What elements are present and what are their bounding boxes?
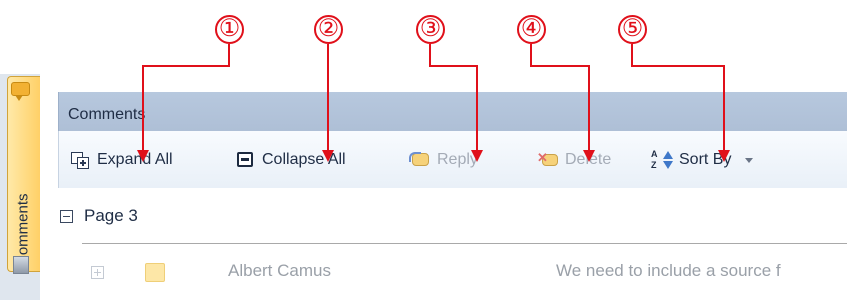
collapse-all-button[interactable]: Collapse All: [234, 147, 346, 173]
callout-4: ④: [517, 15, 546, 44]
comment-expand-toggle[interactable]: [91, 266, 104, 279]
delete-button[interactable]: ✕ Delete: [537, 147, 611, 173]
reply-button[interactable]: Reply: [409, 147, 478, 173]
panel-header: Comments: [58, 92, 847, 131]
callout-3: ③: [416, 15, 445, 44]
pages-icon[interactable]: [13, 256, 29, 274]
note-icon: [145, 263, 165, 282]
callout-1: ①: [215, 15, 244, 44]
delete-icon: ✕: [537, 149, 559, 171]
callout-2: ②: [314, 15, 343, 44]
page-group-divider: [82, 243, 847, 244]
comment-text: We need to include a source f: [556, 261, 781, 280]
expand-all-button[interactable]: Expand All: [69, 147, 173, 173]
expand-all-icon: [69, 149, 91, 171]
page-group-label: Page 3: [84, 206, 138, 225]
sort-icon: AZ: [651, 149, 673, 171]
sort-by-button[interactable]: AZ Sort By: [651, 147, 754, 173]
comment-author: Albert Camus: [228, 261, 331, 280]
reply-icon: [409, 149, 431, 171]
panel-title: Comments: [68, 106, 146, 123]
collapse-all-label: Collapse All: [262, 151, 346, 168]
callout-5: ⑤: [618, 15, 647, 44]
reply-label: Reply: [437, 151, 478, 168]
sort-by-label: Sort By: [679, 151, 732, 168]
comments-side-tab-label: Comments: [14, 193, 32, 266]
sort-by-dropdown-caret-icon[interactable]: [745, 157, 754, 163]
delete-label: Delete: [565, 151, 612, 168]
comments-toolbar: Expand All Collapse All Reply ✕ Delete A…: [58, 131, 847, 188]
collapse-all-icon: [234, 149, 256, 171]
page-group-collapse-toggle[interactable]: [60, 210, 73, 223]
expand-all-label: Expand All: [97, 151, 173, 168]
comment-bubble-icon: [11, 82, 30, 101]
